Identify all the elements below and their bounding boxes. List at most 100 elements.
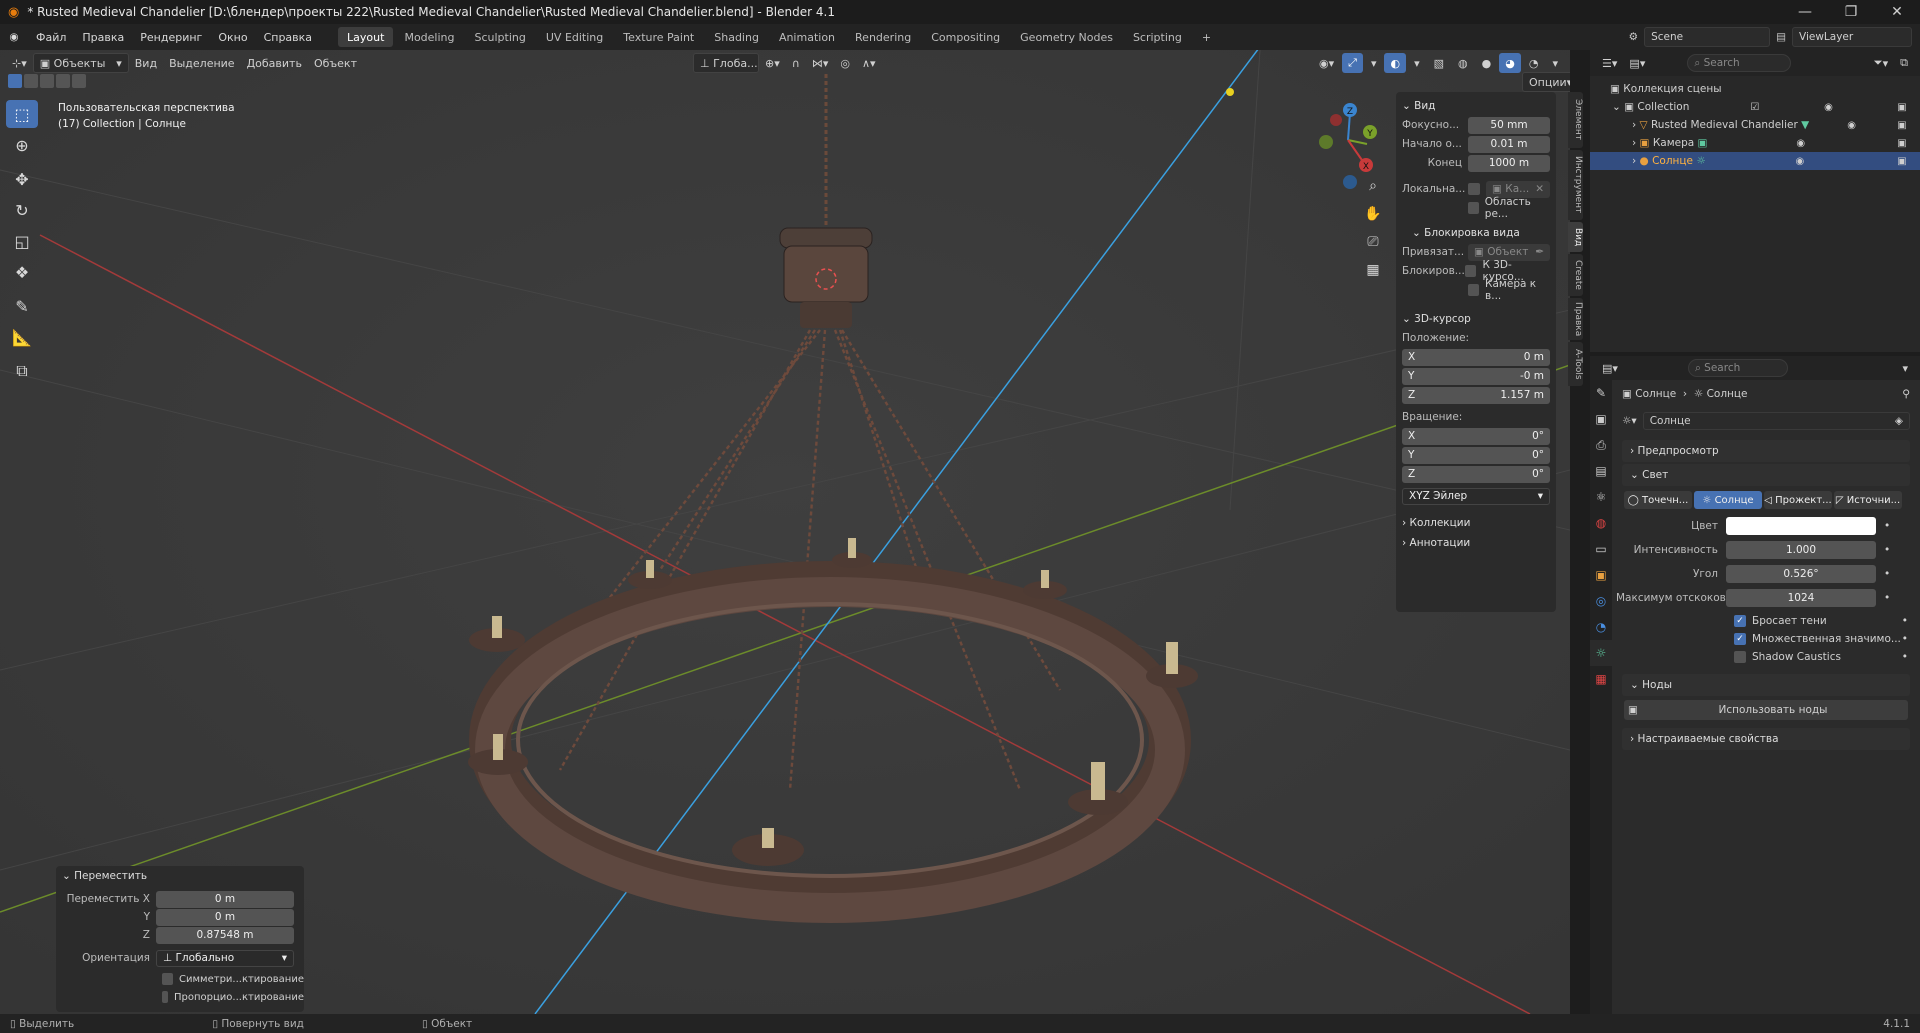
add-cube-tool[interactable]: ⧉ [6, 357, 38, 385]
scene-collection-row[interactable]: ▣ Коллекция сцены [1590, 80, 1920, 98]
keyframe-dot-icon[interactable]: • [1884, 568, 1890, 580]
display-mode-button[interactable]: ▤ ▾ [1623, 53, 1651, 73]
multiple-importance-checkbox[interactable]: ✓ [1734, 633, 1746, 645]
lock-to-object-field[interactable]: ▣ Объект ✒ [1468, 243, 1550, 261]
symmetry-checkbox[interactable] [162, 973, 174, 985]
transform-orientation-selector[interactable]: ⊥ Глоба... [693, 53, 759, 73]
tab-texture-paint[interactable]: Texture Paint [614, 27, 703, 47]
scale-tool[interactable]: ◱ [6, 227, 38, 255]
shading-wireframe-button[interactable]: ◍ [1452, 53, 1474, 73]
camera-view-icon[interactable]: ⎚ [1361, 230, 1385, 254]
collection-row[interactable]: ⌄ ▣ Collection ☑ ◉ ▣ [1590, 98, 1920, 116]
view-layer-tab-icon[interactable]: ▤ [1590, 458, 1612, 484]
outliner-item-sun[interactable]: › ● Солнце ☼ ◉ ▣ [1590, 152, 1920, 170]
gizmo-neg-z-handle[interactable] [1343, 175, 1357, 189]
angle-field[interactable]: 0.526° [1726, 565, 1876, 583]
cursor-x-field[interactable]: X 0 m [1402, 348, 1550, 366]
perspective-toggle-icon[interactable]: ▦ [1361, 258, 1385, 282]
light-type-sun[interactable]: ☼ Солнце [1694, 491, 1762, 509]
visibility-button[interactable]: ◉ ▾ [1313, 53, 1340, 73]
nodes-section-header[interactable]: ⌄ Ноды [1622, 674, 1910, 696]
sun-light-handle[interactable] [1226, 88, 1234, 96]
move-tool[interactable]: ✥ [6, 165, 38, 193]
render-region-checkbox[interactable] [1468, 202, 1479, 214]
new-collection-button[interactable]: ⧉ [1894, 53, 1914, 73]
tab-animation[interactable]: Animation [770, 27, 844, 47]
cursor-y-field[interactable]: Y -0 m [1402, 367, 1550, 385]
move-x-field[interactable]: 0 m [156, 890, 294, 908]
tab-uv-editing[interactable]: UV Editing [537, 27, 612, 47]
eyedropper-icon[interactable]: ✒ [1535, 246, 1544, 258]
light-type-point[interactable]: ◯ Точечн... [1624, 491, 1692, 509]
shading-rendered-button[interactable]: ◔ [1523, 53, 1545, 73]
rot-y-field[interactable]: Y 0° [1402, 446, 1550, 464]
shield-icon[interactable]: ◈ [1895, 415, 1903, 427]
collection-tab-icon[interactable]: ▭ [1590, 536, 1612, 562]
gizmo-neg-y-handle[interactable] [1319, 135, 1333, 149]
tab-view[interactable]: Вид [1568, 222, 1583, 252]
overlay-toggle-button[interactable]: ◐ [1384, 53, 1407, 73]
physics-tab-icon[interactable]: ◎ [1590, 588, 1612, 614]
collections-header[interactable]: › Коллекции [1396, 513, 1556, 533]
overlay-menu-button[interactable]: ▾ [1408, 53, 1426, 73]
eye-icon[interactable]: ◉ [1792, 156, 1808, 167]
lock-camera-checkbox[interactable] [1468, 284, 1480, 296]
local-camera-checkbox[interactable] [1468, 183, 1480, 195]
editor-type-button[interactable]: ⊹ ▾ [6, 53, 33, 73]
menu-file[interactable]: Файл [28, 24, 74, 50]
pivot-point-button[interactable]: ⊕ ▾ [759, 53, 786, 73]
lock-cursor-checkbox[interactable] [1464, 265, 1477, 277]
snap-target-button[interactable]: ⋈ ▾ [806, 53, 835, 73]
max-bounces-field[interactable]: 1024 [1726, 589, 1876, 607]
render-tab-icon[interactable]: ▣ [1590, 406, 1612, 432]
local-camera-field[interactable]: ▣ Ка... ✕ [1486, 180, 1550, 198]
properties-search-input[interactable]: ⌕ Search [1687, 359, 1788, 377]
output-tab-icon[interactable]: ⎙ [1590, 432, 1612, 458]
properties-options-button[interactable]: ▾ [1896, 358, 1914, 378]
light-type-area[interactable]: ◸ Источни... [1834, 491, 1902, 509]
move-y-field[interactable]: 0 m [156, 908, 294, 926]
options-button[interactable]: Опции ▾ [1522, 72, 1570, 92]
clear-icon[interactable]: ✕ [1535, 183, 1544, 195]
select-extend-icon[interactable] [24, 74, 38, 88]
gizmo-menu-button[interactable]: ▾ [1365, 53, 1383, 73]
hand-pan-icon[interactable]: ✋ [1361, 202, 1385, 226]
view-lock-header[interactable]: ⌄ Блокировка вида [1396, 223, 1556, 243]
tab-geometry-nodes[interactable]: Geometry Nodes [1011, 27, 1122, 47]
world-tab-icon[interactable]: ◍ [1590, 510, 1612, 536]
gizmo-toggle-button[interactable]: ⤢ [1342, 53, 1363, 73]
rot-x-field[interactable]: X 0° [1402, 427, 1550, 445]
transform-tool[interactable]: ❖ [6, 258, 38, 286]
eye-icon[interactable]: ◉ [1793, 138, 1809, 149]
eye-icon[interactable]: ◉ [1820, 102, 1836, 113]
datablock-name-field[interactable]: Солнце ◈ [1642, 412, 1910, 430]
shadow-caustics-checkbox[interactable] [1734, 651, 1746, 663]
proportional-checkbox[interactable] [162, 991, 168, 1003]
collection-checkbox-icon[interactable]: ☑ [1747, 102, 1763, 113]
clip-start-field[interactable]: 0.01 m [1468, 135, 1550, 153]
outliner-editor-type[interactable]: ☰ ▾ [1596, 53, 1623, 73]
light-datablock-icon[interactable]: ☼▾ [1622, 415, 1637, 427]
outliner-item-camera[interactable]: › ▣ Камера ▣ ◉ ▣ [1590, 134, 1920, 152]
keyframe-dot-icon[interactable]: • [1884, 592, 1890, 604]
select-intersect-icon[interactable] [72, 74, 86, 88]
menu-add[interactable]: Добавить [241, 53, 308, 73]
minimize-icon[interactable]: — [1782, 0, 1828, 24]
keyframe-dot-icon[interactable]: • [1884, 520, 1890, 532]
close-icon[interactable]: ✕ [1874, 0, 1920, 24]
tab-create[interactable]: Create [1568, 254, 1583, 296]
3d-cursor-header[interactable]: ⌄ 3D-курсор [1396, 309, 1556, 329]
xray-button[interactable]: ▧ [1428, 53, 1450, 73]
zoom-icon[interactable]: ⌕ [1361, 174, 1385, 198]
cursor-tool[interactable]: ⊕ [6, 131, 38, 159]
view-section-header[interactable]: ⌄ Вид [1396, 96, 1556, 116]
measure-tool[interactable]: 📐 [6, 323, 38, 351]
shading-solid-button[interactable]: ● [1476, 53, 1498, 73]
mode-selector[interactable]: ▣ Объекты ▾ [32, 53, 129, 73]
pin-icon[interactable]: ⚲ [1902, 388, 1916, 400]
keyframe-dot-icon[interactable]: • [1884, 544, 1890, 556]
menu-object[interactable]: Объект [308, 53, 363, 73]
view-layer-selector[interactable]: ViewLayer [1792, 27, 1912, 47]
constraints-tab-icon[interactable]: ◔ [1590, 614, 1612, 640]
tab-a-tools[interactable]: A-Tools [1568, 342, 1583, 386]
